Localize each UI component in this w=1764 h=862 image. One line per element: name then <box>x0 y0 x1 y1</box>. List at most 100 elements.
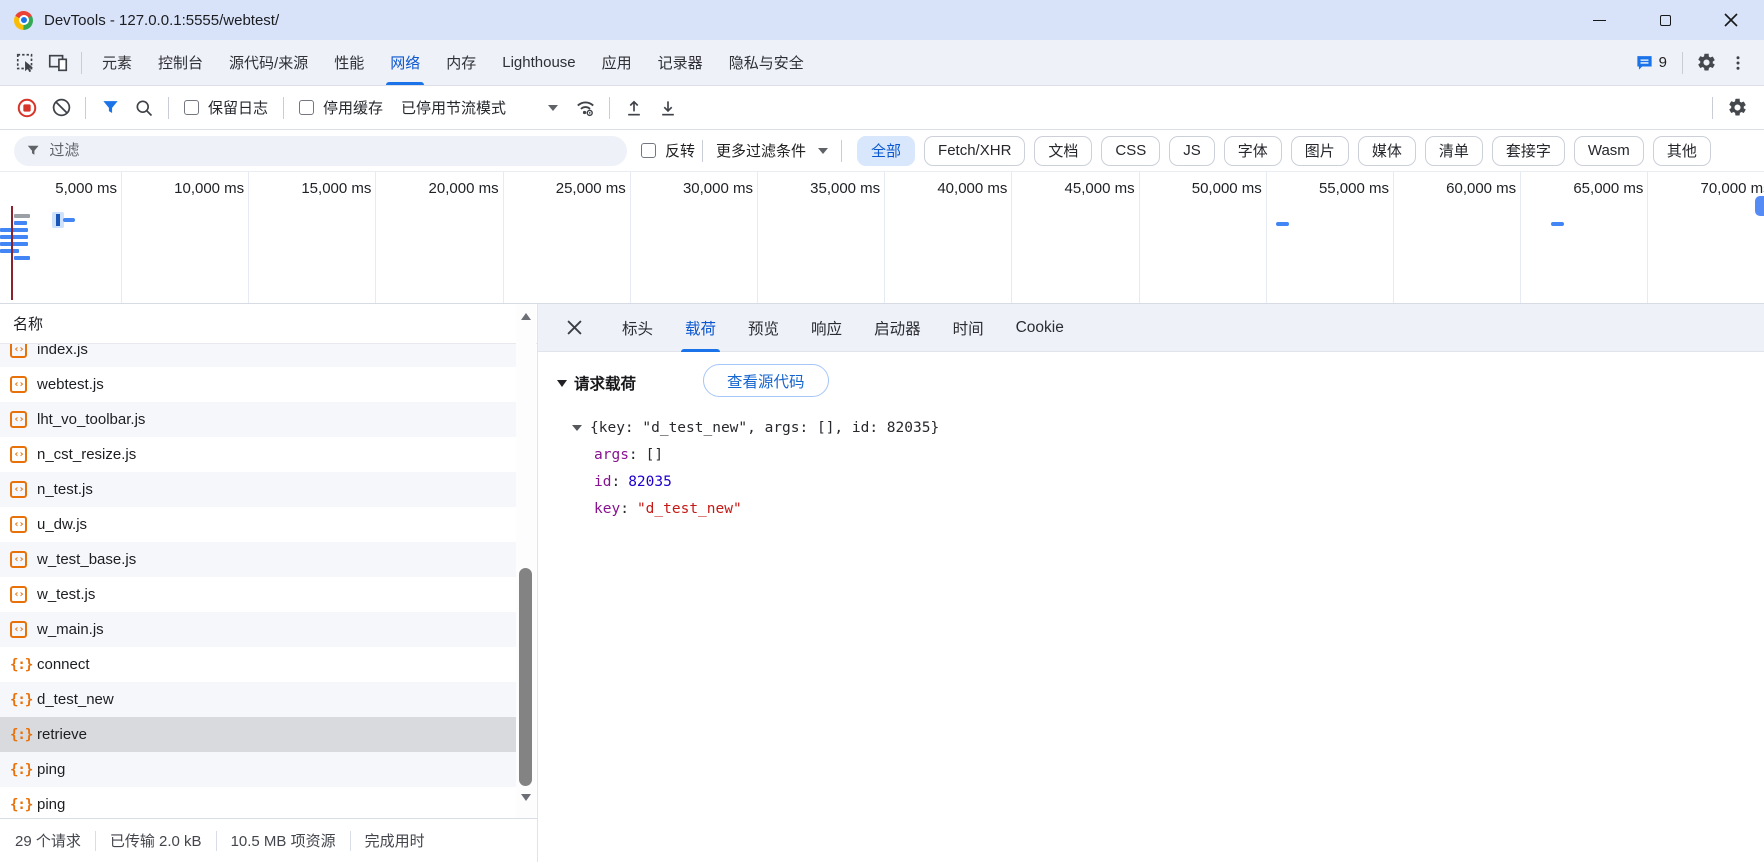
details-tab-4[interactable]: 响应 <box>795 304 858 352</box>
request-table-header[interactable]: 名称 <box>0 304 537 344</box>
network-settings-button[interactable] <box>1720 93 1754 123</box>
script-file-icon: ‹› <box>10 376 27 393</box>
fetch-request-icon: {:} <box>10 692 27 708</box>
filter-chip[interactable]: 清单 <box>1425 136 1483 166</box>
scrollbar-thumb[interactable] <box>519 568 532 786</box>
request-row[interactable]: ‹›n_cst_resize.js <box>0 437 516 472</box>
request-name: n_test.js <box>37 481 93 498</box>
toolbar-divider <box>609 97 610 119</box>
request-row[interactable]: ‹›n_test.js <box>0 472 516 507</box>
filter-chip[interactable]: 全部 <box>857 136 915 166</box>
close-button[interactable] <box>1698 0 1764 40</box>
inspect-element-button[interactable] <box>10 47 42 79</box>
payload-object-root[interactable]: {key: "d_test_new", args: [], id: 82035} <box>572 414 939 441</box>
filter-funnel-icon <box>101 98 120 117</box>
filter-chip[interactable]: Fetch/XHR <box>924 136 1025 166</box>
network-conditions-icon <box>574 96 597 119</box>
filter-toggle-button[interactable] <box>93 93 127 123</box>
request-name: n_cst_resize.js <box>37 446 136 463</box>
panel-tab-6[interactable]: 内存 <box>433 40 489 85</box>
settings-button[interactable] <box>1690 47 1722 79</box>
network-overview-timeline[interactable]: 5,000 ms10,000 ms15,000 ms20,000 ms25,00… <box>0 172 1764 304</box>
import-har-button[interactable] <box>617 93 651 123</box>
minimize-button[interactable] <box>1566 0 1632 40</box>
payload-property-row[interactable]: args:[] <box>594 441 939 468</box>
details-tab-1[interactable]: 标头 <box>606 304 669 352</box>
request-row[interactable]: {:}connect <box>0 647 516 682</box>
details-tab-7[interactable]: Cookie <box>1000 304 1080 352</box>
property-colon: : <box>611 474 620 490</box>
close-icon <box>567 320 582 335</box>
request-row[interactable]: ‹›u_dw.js <box>0 507 516 542</box>
filter-chip[interactable]: 图片 <box>1291 136 1349 166</box>
scroll-up-arrow-icon[interactable] <box>521 313 531 320</box>
issues-button[interactable]: 9 <box>1627 53 1675 72</box>
device-toolbar-button[interactable] <box>42 47 74 79</box>
request-payload-section-header[interactable]: 请求载荷 <box>557 372 636 394</box>
more-filters-dropdown[interactable]: 更多过滤条件 <box>716 140 828 161</box>
timeline-gridline <box>503 172 504 303</box>
filter-chip[interactable]: 套接字 <box>1492 136 1565 166</box>
maximize-button[interactable] <box>1632 0 1698 40</box>
request-row[interactable]: {:}ping <box>0 752 516 787</box>
invert-checkbox[interactable] <box>641 143 656 158</box>
timeline-gridline <box>1393 172 1394 303</box>
details-tab-6[interactable]: 时间 <box>937 304 1000 352</box>
panel-tab-1[interactable]: 元素 <box>89 40 145 85</box>
preserve-log-checkbox[interactable] <box>184 100 199 115</box>
request-row[interactable]: ‹›index.js <box>0 344 516 367</box>
network-toolbar-right <box>1705 93 1754 123</box>
details-tab-5[interactable]: 启动器 <box>858 304 937 352</box>
request-row[interactable]: ‹›w_test.js <box>0 577 516 612</box>
overview-request-bar <box>0 242 28 246</box>
search-button[interactable] <box>127 93 161 123</box>
filter-chip[interactable]: 字体 <box>1224 136 1282 166</box>
filter-chip[interactable]: CSS <box>1101 136 1160 166</box>
network-conditions-button[interactable] <box>568 93 602 123</box>
panel-tab-10[interactable]: 隐私与安全 <box>716 40 817 85</box>
panel-tab-4[interactable]: 性能 <box>321 40 377 85</box>
filter-chip[interactable]: JS <box>1169 136 1215 166</box>
request-row[interactable]: ‹›w_main.js <box>0 612 516 647</box>
filter-chip[interactable]: 其他 <box>1653 136 1711 166</box>
timeline-gridline <box>1647 172 1648 303</box>
network-filter-row: 反转 更多过滤条件 全部Fetch/XHR文档CSSJS字体图片媒体清单套接字W… <box>0 130 1764 172</box>
timeline-scroll-nub[interactable] <box>1755 196 1764 216</box>
panel-tab-3[interactable]: 源代码/来源 <box>216 40 321 85</box>
panel-tab-9[interactable]: 记录器 <box>645 40 716 85</box>
panel-tab-7[interactable]: Lighthouse <box>489 40 588 85</box>
panel-tab-5[interactable]: 网络 <box>377 40 433 85</box>
details-tab-2[interactable]: 载荷 <box>669 304 732 352</box>
request-name: ping <box>37 761 65 778</box>
details-tab-3[interactable]: 预览 <box>732 304 795 352</box>
payload-property-row[interactable]: key:"d_test_new" <box>594 495 939 522</box>
resource-type-chips: 全部 Fetch/XHR 文档 CSS JS 字体图片媒体清单套接字 Wasm 其他 <box>857 136 1711 166</box>
request-row[interactable]: ‹›webtest.js <box>0 367 516 402</box>
panel-tab-2[interactable]: 控制台 <box>145 40 216 85</box>
filter-chip[interactable]: Wasm <box>1574 136 1644 166</box>
request-row[interactable]: ‹›lht_vo_toolbar.js <box>0 402 516 437</box>
property-name: key <box>594 501 620 517</box>
scroll-down-arrow-icon[interactable] <box>521 794 531 801</box>
filter-input[interactable] <box>49 142 615 159</box>
throttling-dropdown[interactable]: 已停用节流模式 <box>401 97 558 118</box>
close-details-button[interactable] <box>554 304 594 352</box>
overview-request-bar <box>14 214 30 218</box>
summary-divider <box>216 831 217 851</box>
payload-property-row[interactable]: id:82035 <box>594 468 939 495</box>
request-row[interactable]: ‹›w_test_base.js <box>0 542 516 577</box>
tabbar-right-controls: 9 <box>1627 47 1754 79</box>
request-list-scrollbar[interactable] <box>516 304 536 818</box>
disable-cache-checkbox[interactable] <box>299 100 314 115</box>
record-network-log-button[interactable] <box>10 93 44 123</box>
request-row[interactable]: {:}ping <box>0 787 516 818</box>
panel-tab-8[interactable]: 应用 <box>589 40 645 85</box>
export-har-button[interactable] <box>651 93 685 123</box>
more-options-button[interactable] <box>1722 47 1754 79</box>
request-row[interactable]: {:}retrieve <box>0 717 516 752</box>
clear-network-log-button[interactable] <box>44 93 78 123</box>
filter-chip[interactable]: 媒体 <box>1358 136 1416 166</box>
request-row[interactable]: {:}d_test_new <box>0 682 516 717</box>
filter-chip[interactable]: 文档 <box>1034 136 1092 166</box>
view-source-button[interactable]: 查看源代码 <box>703 364 829 397</box>
